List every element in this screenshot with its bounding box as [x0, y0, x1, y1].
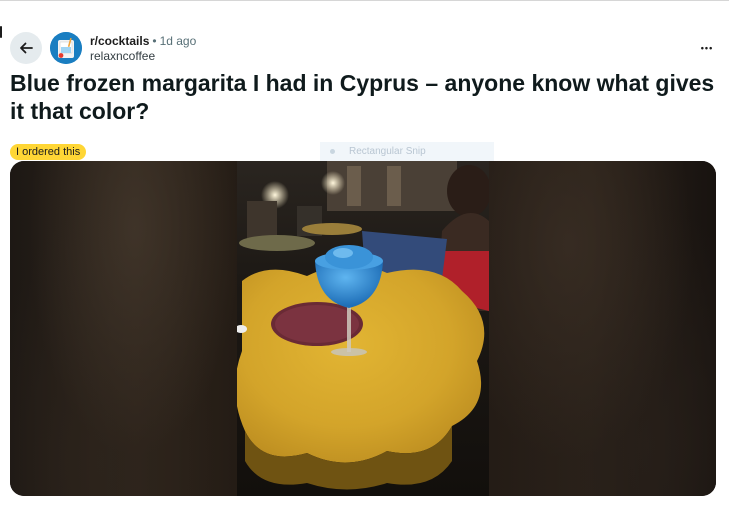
- back-button[interactable]: [10, 32, 42, 64]
- post-flair[interactable]: I ordered this: [10, 144, 87, 160]
- margarita-photo[interactable]: [237, 161, 489, 496]
- arrow-left-icon: [20, 42, 33, 54]
- snip-dot-icon: [330, 148, 335, 154]
- image-blur-backdrop-left: [10, 161, 237, 496]
- meta-separator: •: [152, 34, 157, 48]
- window-edge-marker: [0, 26, 2, 38]
- author-link[interactable]: relaxncoffee: [90, 49, 196, 64]
- subreddit-link[interactable]: r/cocktails: [90, 34, 149, 48]
- cocktail-glass-icon: [50, 32, 82, 64]
- post-meta: r/cocktails • 1d ago relaxncoffee: [90, 34, 196, 64]
- snip-tooltip: Rectangular Snip: [320, 142, 494, 162]
- top-divider: [0, 0, 729, 1]
- overflow-menu-icon: •••: [700, 43, 714, 53]
- post-image-container[interactable]: [10, 161, 716, 496]
- image-blur-backdrop-right: [489, 161, 716, 496]
- subreddit-avatar[interactable]: [50, 32, 82, 64]
- more-options-button[interactable]: •••: [695, 36, 719, 60]
- post-timestamp: 1d ago: [159, 34, 197, 48]
- post-title: Blue frozen margarita I had in Cyprus – …: [10, 70, 715, 124]
- snip-tooltip-label: Rectangular Snip: [349, 146, 426, 157]
